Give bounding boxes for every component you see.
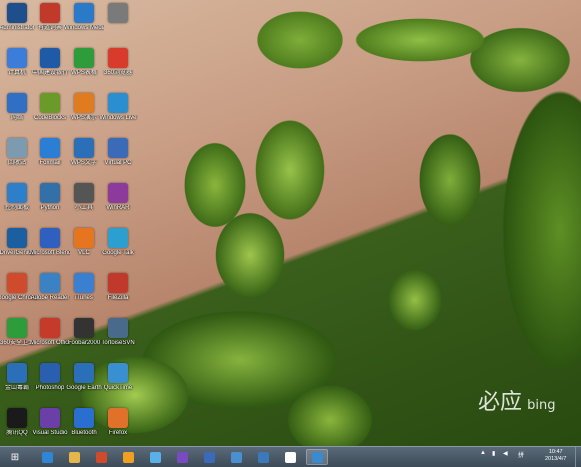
visual-studio-icon [176, 451, 188, 463]
earth-icon [74, 363, 94, 383]
desktop-shortcut-label: Firefox [108, 430, 128, 436]
photoshop-icon [40, 363, 60, 383]
desktop-shortcut-label: Windows Live [99, 115, 137, 121]
foobar-icon [74, 318, 94, 338]
taskbar-app-button[interactable] [252, 449, 274, 465]
network-icon [7, 93, 27, 113]
desktop-shortcut-label: 360浏览器 [103, 70, 132, 76]
desktop-shortcut[interactable]: TortoiseSVN [98, 318, 138, 347]
foxmail-icon [122, 451, 134, 463]
taskbar-app-button[interactable] [279, 449, 301, 465]
control-panel-icon [7, 183, 27, 203]
blend-icon [40, 228, 60, 248]
bing-watermark: 必应 bing [478, 384, 555, 416]
desktop-shortcut-label: Windows Media [64, 25, 104, 31]
dictionary-icon [40, 3, 60, 23]
qq-icon [7, 408, 27, 428]
desktop-shortcut[interactable]: Virtual PC [98, 138, 138, 167]
gadget-icon [74, 183, 94, 203]
bluetooth-icon [74, 408, 94, 428]
quicktime-icon [108, 363, 128, 383]
input-method-indicator[interactable]: 拼 [518, 450, 524, 459]
taskbar-app-button[interactable] [225, 449, 247, 465]
bank-icon [40, 48, 60, 68]
chrome-icon [95, 451, 107, 463]
wps-writer-icon [74, 138, 94, 158]
file-explorer-icon [68, 451, 80, 463]
driver-icon [7, 228, 27, 248]
desktop-shortcut[interactable]: 360浏览器 [98, 48, 138, 77]
itunes-icon [74, 273, 94, 293]
desktop-shortcut-label: WinRAR [106, 205, 130, 211]
vlc-icon [74, 228, 94, 248]
foxmail-icon [40, 138, 60, 158]
pdf-icon [40, 273, 60, 293]
settings-icon [257, 451, 269, 463]
desktop-shortcut[interactable] [98, 3, 138, 25]
filezilla-icon [108, 273, 128, 293]
taskbar-app-button[interactable] [171, 449, 193, 465]
desktop-shortcut[interactable]: QuickTime [98, 363, 138, 392]
tool-icon [230, 451, 242, 463]
desktop-shortcut-label: TortoiseSVN [101, 340, 135, 346]
media-player-icon [74, 3, 94, 23]
desktop-shortcut[interactable]: WinRAR [98, 183, 138, 212]
show-desktop-button[interactable] [575, 447, 581, 467]
antivirus-icon [7, 363, 27, 383]
user-folder-icon [7, 3, 27, 23]
desktop-shortcut-label: Google Talk [102, 250, 134, 256]
taskbar-app-button[interactable] [63, 449, 85, 465]
codeblocks-icon [40, 93, 60, 113]
monitor-icon [203, 451, 215, 463]
clock-time: 10:47 [548, 449, 563, 455]
desktop-shortcut-label: FileZilla [107, 295, 129, 301]
talk-icon [108, 228, 128, 248]
desktop-shortcut[interactable]: Firefox [98, 408, 138, 437]
watermark-english: bing [527, 398, 556, 413]
shield-icon [7, 318, 27, 338]
chrome-icon [7, 273, 27, 293]
network-icon [149, 451, 161, 463]
office-icon [40, 318, 60, 338]
windows-logo-icon: ⊞ [10, 451, 20, 463]
taskbar-app-button[interactable] [90, 449, 112, 465]
taskbar-app-button[interactable] [144, 449, 166, 465]
desktop-shortcut[interactable]: Google Talk [98, 228, 138, 257]
start-button[interactable]: ⊞ [4, 449, 26, 465]
volume-icon[interactable]: ◀ [503, 450, 508, 457]
taskbar-app-button[interactable] [36, 449, 58, 465]
desktop-shortcut[interactable]: Windows Live [98, 93, 138, 122]
vm-icon [108, 138, 128, 158]
desktop-shortcut[interactable]: FileZilla [98, 273, 138, 302]
archive-icon [108, 183, 128, 203]
computer-icon [7, 48, 27, 68]
taskbar-app-button[interactable] [306, 449, 328, 465]
watermark-chinese: 必应 [478, 390, 523, 415]
wps-presentation-icon [74, 93, 94, 113]
svn-icon [108, 318, 128, 338]
wps-sheet-icon [74, 48, 94, 68]
taskbar-app-button[interactable] [117, 449, 139, 465]
app-icon [108, 3, 128, 23]
recycle-bin-icon [7, 138, 27, 158]
network-tray-icon[interactable]: ▮ [492, 450, 495, 457]
desktop-shortcut-label: QuickTime [103, 385, 133, 391]
browser-icon [108, 48, 128, 68]
app-icon [284, 451, 296, 463]
taskbar-clock[interactable]: 10:47 2013/4/7 [545, 449, 566, 463]
internet-explorer-icon [41, 451, 53, 463]
messenger-icon [108, 93, 128, 113]
python-icon [40, 183, 60, 203]
taskbar-app-button[interactable] [198, 449, 220, 465]
tray-expand-icon[interactable]: ▲ [480, 450, 486, 456]
clock-date: 2013/4/7 [545, 456, 567, 462]
taskbar: ⊞ ▲ ▮ ◀ 拼 10:47 2013/4/7 [0, 446, 581, 467]
firefox-icon [108, 408, 128, 428]
visual-studio-icon [40, 408, 60, 428]
window-icon [311, 451, 323, 463]
desktop-shortcut-label: Virtual PC [104, 160, 132, 166]
